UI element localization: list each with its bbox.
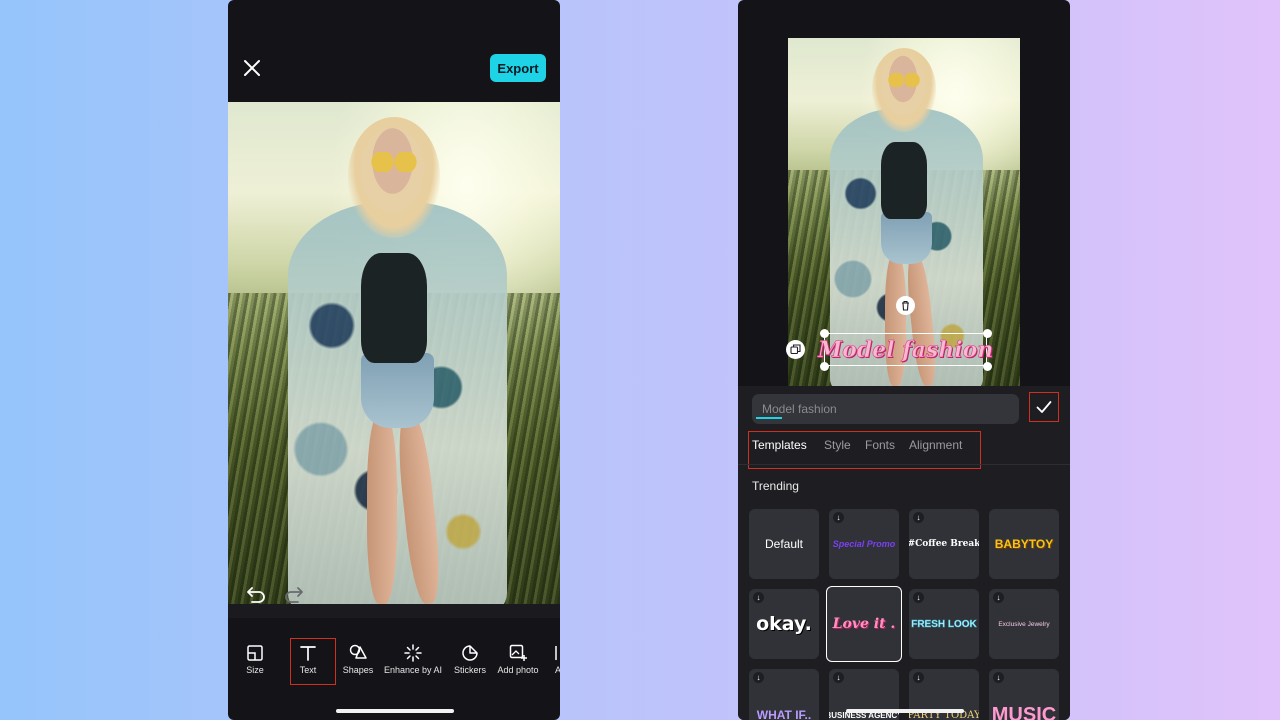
text-panel: Templates Style Fonts Alignment Trending… [738, 386, 1070, 720]
template-label: BABYTOY [994, 537, 1054, 551]
download-icon: ↓ [913, 672, 924, 683]
toolbar-shapes[interactable]: Shapes [343, 630, 373, 686]
divider [738, 464, 1070, 465]
toolbar-enhance-ai[interactable]: Enhance by AI [383, 630, 443, 686]
download-icon: ↓ [833, 512, 844, 523]
active-tab-indicator [756, 417, 782, 419]
download-icon: ↓ [913, 592, 924, 603]
template-label: MUSIC [991, 703, 1057, 720]
redo-icon[interactable] [284, 584, 304, 604]
template-fresh-look[interactable]: ↓ FRESH LOOK [909, 589, 979, 659]
template-babytoy[interactable]: BABYTOY [989, 509, 1059, 579]
text-editor-screen: Model fashion Templates Style Fonts Alig… [738, 0, 1070, 720]
confirm-button[interactable] [1029, 392, 1059, 422]
undo-icon[interactable] [246, 584, 266, 604]
tab-alignment[interactable]: Alignment [909, 438, 962, 452]
canvas-text-layer[interactable]: Model fashion [817, 334, 993, 366]
toolbar-label: Size [246, 665, 264, 675]
section-title: Trending [752, 479, 799, 493]
tab-style[interactable]: Style [824, 438, 851, 452]
template-love-it[interactable]: Love it . [826, 586, 902, 662]
template-default[interactable]: Default [749, 509, 819, 579]
size-icon [247, 645, 263, 661]
template-label: Exclusive Jewelry [998, 620, 1050, 628]
template-label: #Coffee Break [909, 539, 979, 549]
toolbar-label: Shapes [342, 665, 374, 675]
template-label: FRESH LOOK [911, 618, 977, 630]
canvas-footer-strip [228, 604, 560, 618]
toolbar-label: Text [299, 665, 317, 675]
add-photo-icon [509, 644, 527, 661]
toolbar-text[interactable]: Text [297, 630, 319, 686]
tab-fonts[interactable]: Fonts [865, 438, 895, 452]
toolbar-label: Enhance by AI [383, 665, 443, 675]
download-icon: ↓ [993, 672, 1004, 683]
photo-canvas[interactable] [228, 102, 560, 604]
partial-tool-icon [555, 646, 557, 660]
template-coffee-break[interactable]: ↓ #Coffee Break [909, 509, 979, 579]
sparkle-icon [404, 644, 422, 662]
download-icon: ↓ [993, 592, 1004, 603]
check-icon [1036, 401, 1052, 413]
sticker-icon [462, 645, 478, 661]
home-indicator [846, 709, 964, 713]
download-icon: ↓ [753, 672, 764, 683]
bottom-toolbar: Size Text Shapes Enhance by AI Stickers … [228, 630, 560, 686]
toolbar-add-photo[interactable]: Add photo [497, 630, 539, 686]
export-button[interactable]: Export [490, 54, 546, 82]
home-indicator [336, 709, 454, 713]
template-label: okay. [756, 613, 812, 635]
trash-icon[interactable] [896, 296, 915, 315]
template-music[interactable]: ↓ MUSIC [989, 669, 1059, 720]
download-icon: ↓ [913, 512, 924, 523]
template-label: WHAT IF.. [756, 708, 812, 720]
shapes-icon [349, 644, 367, 659]
toolbar-stickers[interactable]: Stickers [453, 630, 487, 686]
template-label: Love it . [832, 616, 896, 632]
download-icon: ↓ [833, 672, 844, 683]
toolbar-label: Add photo [497, 665, 539, 675]
text-input[interactable] [752, 394, 1019, 424]
toolbar-label: Stickers [453, 665, 486, 675]
toolbar-label: A [554, 665, 560, 675]
toolbar-size[interactable]: Size [246, 630, 264, 686]
template-exclusive-jewelry[interactable]: ↓ Exclusive Jewelry [989, 589, 1059, 659]
template-special-promo[interactable]: ↓ Special Promo [829, 509, 899, 579]
template-label: Special Promo [832, 539, 896, 549]
download-icon: ↓ [753, 592, 764, 603]
tab-templates[interactable]: Templates [752, 438, 807, 452]
editor-screen: Export Size Text Shapes Enhance by AI St… [228, 0, 560, 720]
text-icon [300, 646, 316, 661]
toolbar-more[interactable]: A [553, 630, 560, 686]
template-okay[interactable]: ↓ okay. [749, 589, 819, 659]
duplicate-icon[interactable] [786, 340, 805, 359]
close-icon[interactable] [240, 56, 264, 80]
template-what-if[interactable]: ↓ WHAT IF.. [749, 669, 819, 720]
template-label: Default [764, 537, 804, 551]
